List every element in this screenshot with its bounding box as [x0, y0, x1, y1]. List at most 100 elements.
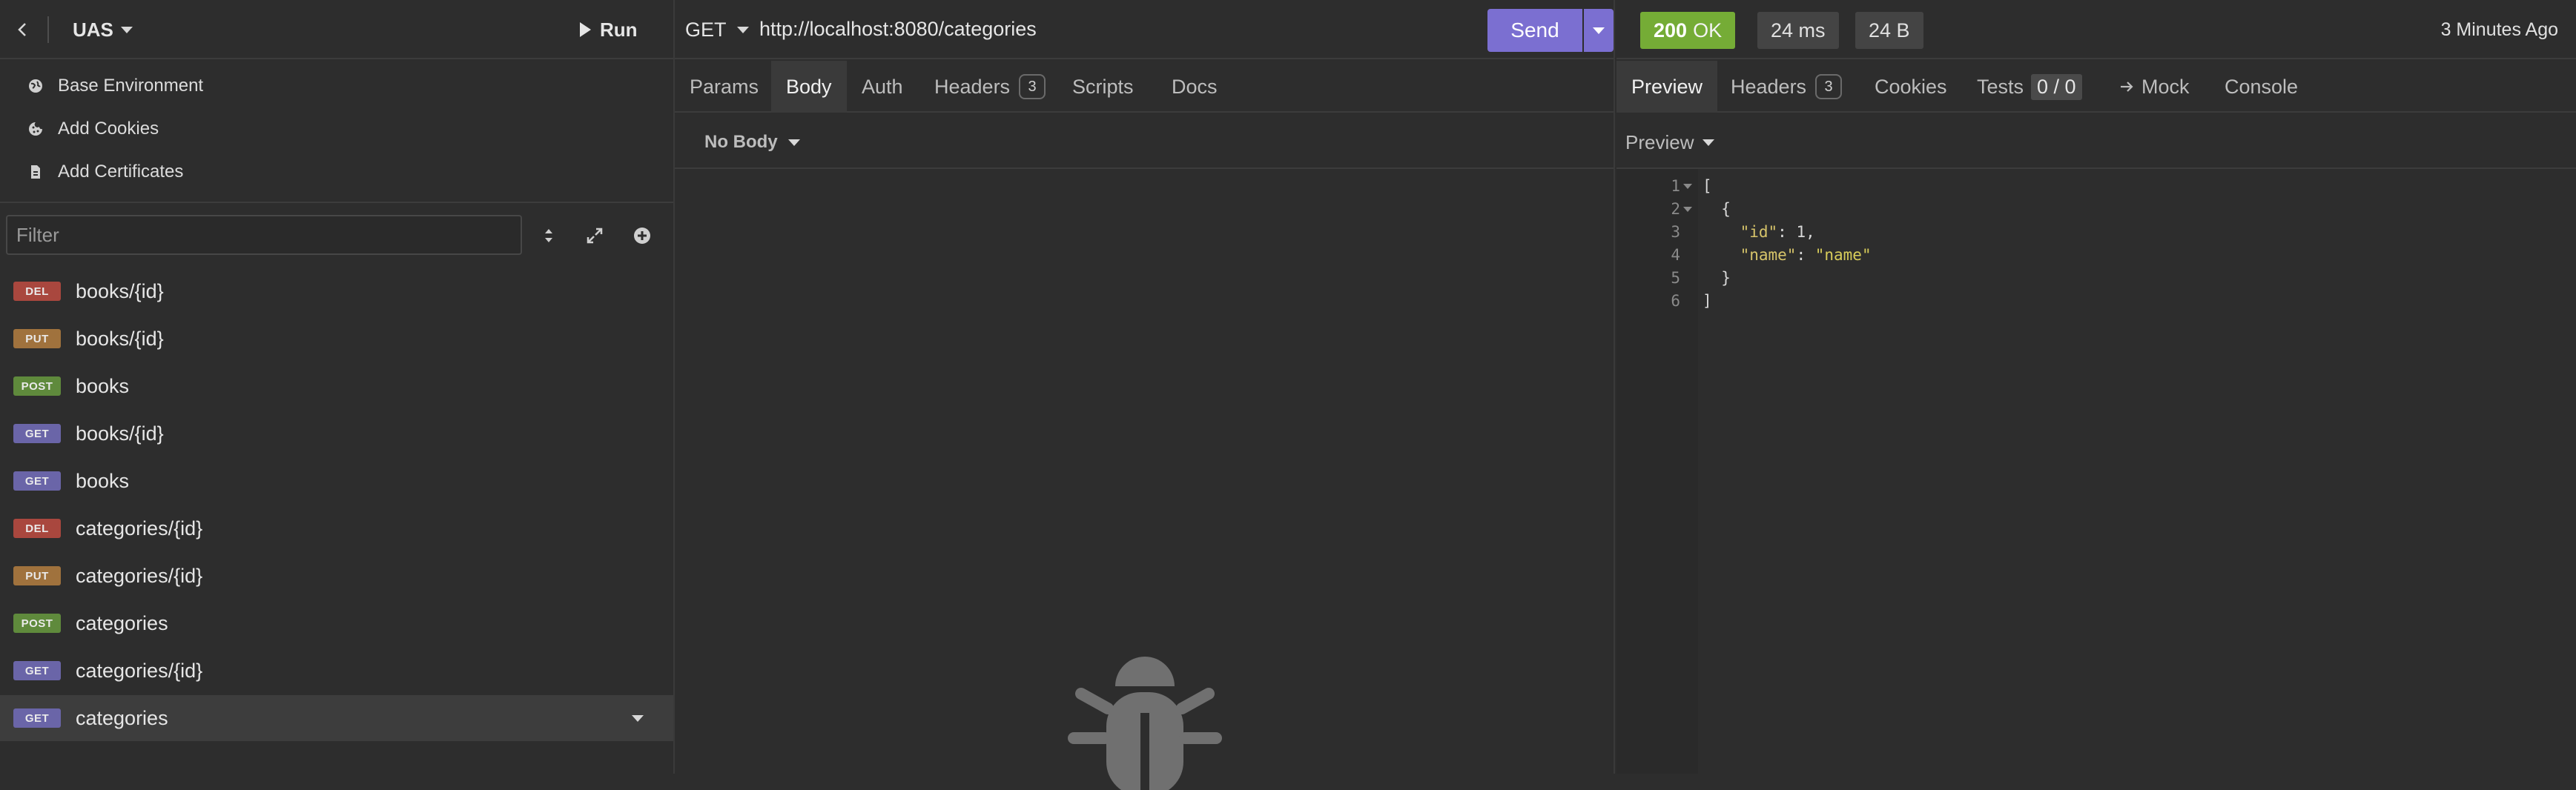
request-item[interactable]: DEL books/{id}: [0, 268, 673, 314]
body-type-select[interactable]: No Body: [704, 129, 800, 156]
run-button[interactable]: Run: [580, 16, 638, 43]
tab-label: Tests: [1977, 75, 2024, 98]
response-body-viewer[interactable]: 1 [ 2 { 3 "id": 1, 4 "name": "name" 5 }: [1616, 169, 2576, 774]
request-item[interactable]: POST books: [0, 363, 673, 409]
run-label: Run: [600, 18, 638, 41]
app-window: UAS Run Base Environment Add Cookies Add…: [0, 0, 2576, 790]
tab-label: Auth: [862, 75, 903, 98]
line-number: 4: [1671, 246, 1680, 264]
divider: [47, 16, 49, 43]
tab-mock[interactable]: Mock: [2103, 61, 2205, 113]
method-badge: GET: [13, 471, 61, 491]
request-item[interactable]: PUT books/{id}: [0, 316, 673, 362]
tab-console[interactable]: Console: [2210, 61, 2313, 113]
base-environment-button[interactable]: Base Environment: [27, 71, 203, 101]
response-pane: 200 OK 24 ms 24 B 3 Minutes Ago Preview …: [1616, 0, 2576, 774]
tab-cookies[interactable]: Cookies: [1860, 61, 1962, 113]
env-item-label: Add Cookies: [58, 119, 159, 139]
request-label: books: [76, 374, 130, 397]
headers-count-badge: 3: [1815, 74, 1843, 99]
environment-section: Base Environment Add Cookies Add Certifi…: [0, 61, 673, 203]
method-select[interactable]: GET: [685, 16, 749, 43]
tab-body[interactable]: Body: [771, 61, 847, 113]
request-item-active[interactable]: GET categories: [0, 695, 673, 741]
json-key: "id": [1740, 223, 1778, 241]
expand-all-button[interactable]: [581, 222, 608, 249]
url-bar: GET http://localhost:8080/categories Sen…: [675, 0, 1614, 59]
code-line: 2 {: [1616, 198, 2576, 221]
tab-label: Params: [690, 75, 759, 98]
code-line: 4 "name": "name": [1616, 244, 2576, 267]
arrow-right-icon: [2121, 82, 2133, 92]
tab-tests[interactable]: Tests 0 / 0: [1962, 61, 2097, 113]
project-name: UAS: [73, 18, 113, 41]
chevron-down-icon: [1593, 27, 1605, 34]
filter-input[interactable]: [6, 215, 522, 255]
tab-params[interactable]: Params: [675, 61, 773, 113]
fold-toggle-icon[interactable]: [1683, 207, 1692, 212]
expand-icon: [587, 228, 603, 244]
plus-circle-icon: [634, 228, 650, 244]
chevron-down-icon: [787, 139, 800, 146]
project-selector[interactable]: UAS: [73, 16, 133, 43]
request-label: books/{id}: [76, 279, 164, 302]
back-button[interactable]: [13, 18, 31, 42]
request-pane: GET http://localhost:8080/categories Sen…: [675, 0, 1615, 790]
chevron-down-icon: [736, 26, 749, 33]
tests-count-badge: 0 / 0: [2031, 73, 2082, 100]
code-line: 5 }: [1616, 267, 2576, 290]
method-badge: DEL: [13, 282, 61, 301]
line-number: 3: [1671, 223, 1680, 241]
method-badge: GET: [13, 708, 61, 728]
request-tabs: Params Body Auth Headers 3 Scripts Docs: [675, 61, 1614, 113]
chevron-down-icon[interactable]: [632, 715, 644, 722]
send-options-button[interactable]: [1584, 9, 1614, 52]
add-cookies-button[interactable]: Add Cookies: [27, 114, 159, 144]
request-item[interactable]: DEL categories/{id}: [0, 505, 673, 551]
json-key: "name": [1740, 246, 1797, 264]
tab-scripts[interactable]: Scripts: [1057, 61, 1149, 113]
tab-headers[interactable]: Headers 3: [919, 61, 1060, 113]
tab-label: Scripts: [1072, 75, 1134, 98]
request-label: categories/{id}: [76, 659, 203, 682]
code-line: 3 "id": 1,: [1616, 221, 2576, 244]
tab-label: Console: [2225, 75, 2299, 98]
code-line: 1 [: [1616, 175, 2576, 198]
method-badge: DEL: [13, 519, 61, 538]
request-label: books: [76, 469, 130, 492]
request-item[interactable]: GET categories/{id}: [0, 648, 673, 694]
sort-button[interactable]: [535, 222, 562, 249]
method-badge: GET: [13, 424, 61, 443]
tab-auth[interactable]: Auth: [847, 61, 918, 113]
status-badge: 200 OK: [1640, 12, 1736, 49]
code-text: "id": 1,: [1740, 223, 1815, 241]
request-item[interactable]: POST categories: [0, 600, 673, 646]
body-type-label: No Body: [704, 132, 778, 152]
status-code: 200: [1654, 19, 1688, 42]
tab-label: Headers: [934, 75, 1011, 98]
fold-toggle-icon[interactable]: [1683, 184, 1692, 189]
response-status-bar: 200 OK 24 ms 24 B 3 Minutes Ago: [1616, 0, 2576, 59]
send-button[interactable]: Send: [1487, 9, 1582, 52]
env-item-label: Base Environment: [58, 76, 204, 96]
url-input[interactable]: http://localhost:8080/categories: [759, 18, 1037, 41]
request-item[interactable]: GET books/{id}: [0, 411, 673, 457]
preview-mode-select[interactable]: Preview: [1625, 129, 1715, 156]
request-label: categories: [76, 706, 168, 729]
tab-preview[interactable]: Preview: [1616, 61, 1718, 113]
method-badge: PUT: [13, 566, 61, 585]
add-certificates-button[interactable]: Add Certificates: [27, 157, 183, 187]
response-size: 24 B: [1855, 12, 1923, 49]
code-text: }: [1703, 269, 1731, 287]
add-request-button[interactable]: [629, 222, 655, 249]
request-item[interactable]: GET books: [0, 458, 673, 504]
response-time: 24 ms: [1757, 12, 1839, 49]
tab-docs[interactable]: Docs: [1157, 61, 1232, 113]
chevron-down-icon: [1703, 139, 1715, 146]
response-timestamp[interactable]: 3 Minutes Ago: [2441, 19, 2558, 41]
request-label: categories: [76, 611, 168, 634]
method-badge: GET: [13, 661, 61, 680]
request-label: categories/{id}: [76, 564, 203, 587]
request-item[interactable]: PUT categories/{id}: [0, 553, 673, 599]
tab-response-headers[interactable]: Headers 3: [1716, 61, 1857, 113]
